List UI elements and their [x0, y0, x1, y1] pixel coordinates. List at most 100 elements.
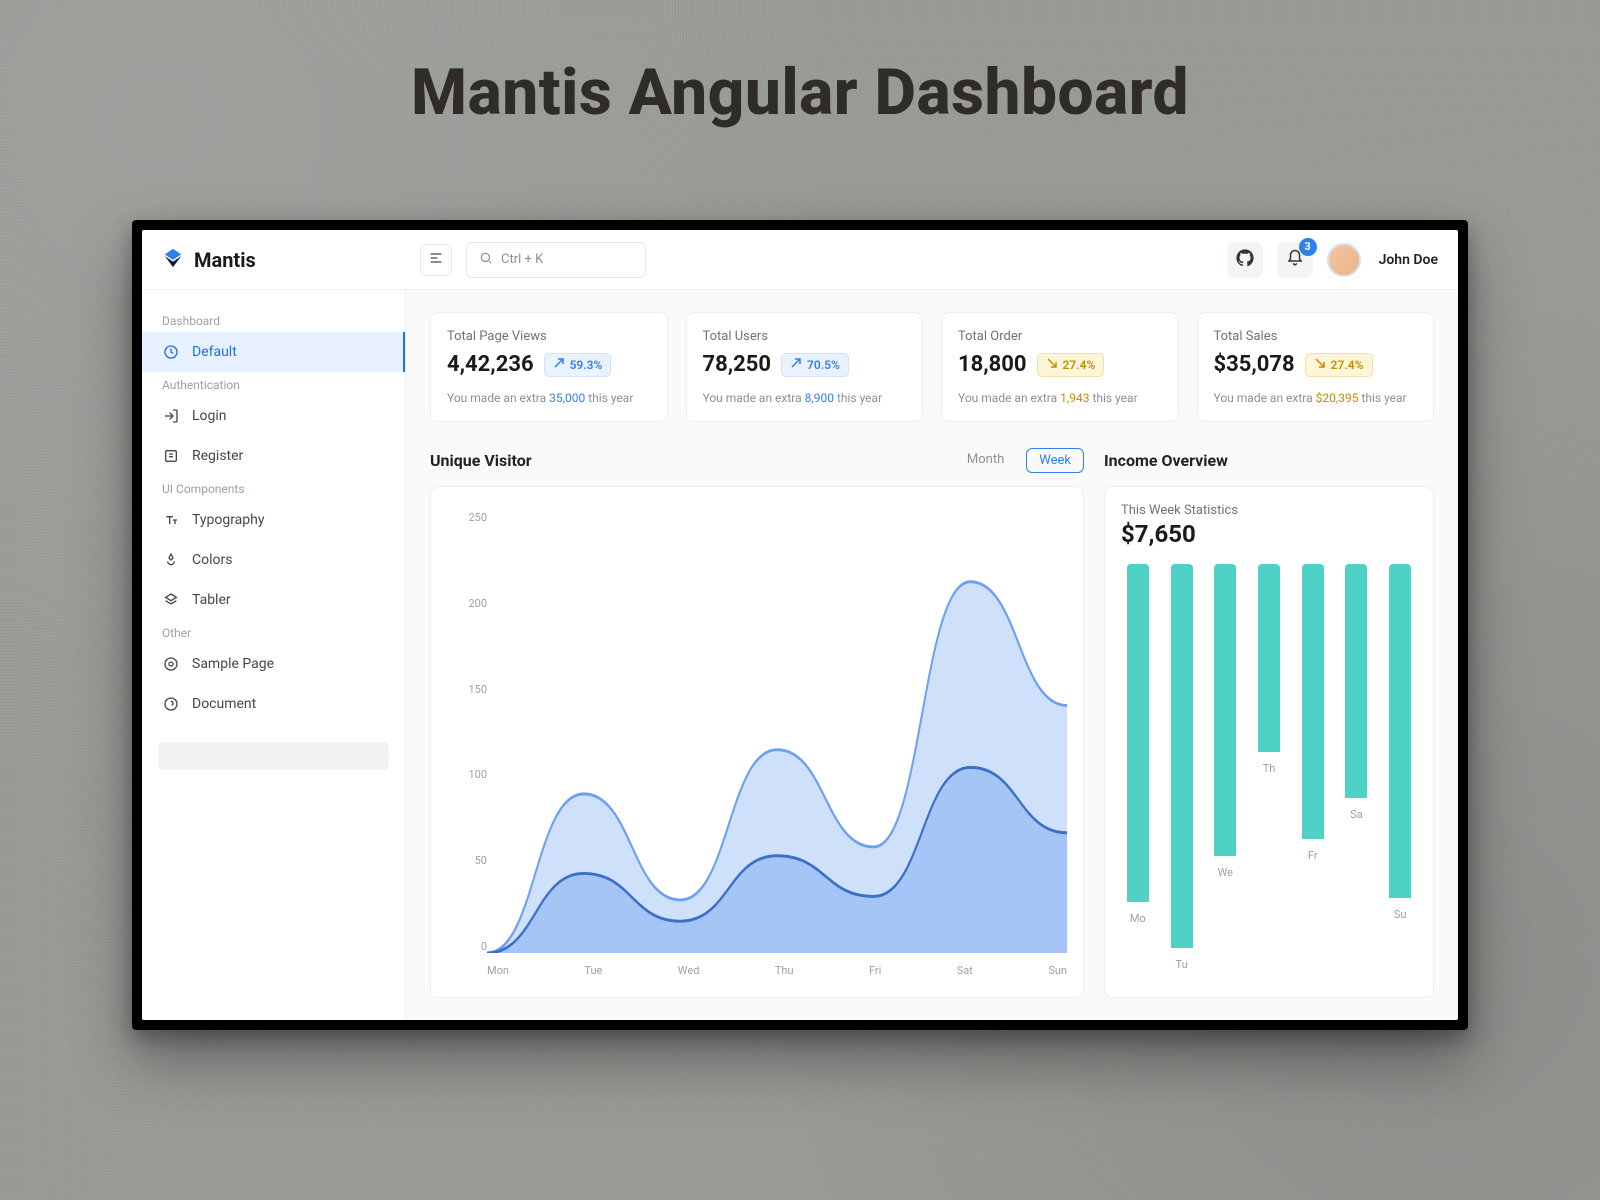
sidebar-section-auth: Authentication [142, 372, 405, 396]
sidebar: Dashboard Default Authentication Login R… [142, 290, 406, 1020]
sidebar-item-sample-page[interactable]: Sample Page [142, 644, 405, 684]
sidebar-section-other: Other [142, 620, 405, 644]
stat-card-3: Total Sales$35,07827.4%You made an extra… [1197, 312, 1435, 422]
bar-label: Mo [1130, 912, 1146, 925]
sidebar-item-label: Document [192, 696, 256, 712]
avatar[interactable] [1327, 243, 1361, 277]
monitor-frame: Mantis Ctrl + K [132, 220, 1468, 1030]
income-overview-card: This Week Statistics $7,650 Mo Tu We Th Fr Sa… [1104, 486, 1434, 998]
colors-icon [162, 552, 180, 568]
income-value: $7,650 [1121, 520, 1417, 548]
brand-logo-icon [162, 247, 184, 273]
sidebar-item-login[interactable]: Login [142, 396, 405, 436]
bar-label: Su [1394, 908, 1407, 921]
bar-col: Fr [1298, 564, 1328, 981]
sidebar-item-label: Login [192, 408, 227, 424]
login-icon [162, 408, 180, 424]
bar-label: Th [1263, 762, 1276, 775]
stat-delta: 70.5% [807, 358, 840, 372]
stat-delta: 27.4% [1331, 358, 1364, 372]
search-icon [479, 251, 493, 269]
bar-label: Tu [1176, 958, 1188, 971]
sidebar-placeholder [158, 742, 389, 770]
bar [1345, 564, 1367, 798]
income-overview-title: Income Overview [1104, 451, 1228, 470]
sidebar-item-register[interactable]: Register [142, 436, 405, 476]
income-subtitle: This Week Statistics [1121, 503, 1417, 518]
visitor-range-segment: Month Week [955, 448, 1084, 473]
stat-delta-chip: 59.3% [544, 353, 612, 377]
bar [1389, 564, 1411, 898]
trend-down-icon [1314, 357, 1326, 372]
topbar: Mantis Ctrl + K [142, 230, 1458, 290]
promo-title: Mantis Angular Dashboard [0, 0, 1600, 130]
bar-label: Fr [1308, 849, 1318, 862]
trend-down-icon [1046, 357, 1058, 372]
area-chart [487, 511, 1067, 953]
stat-card-1: Total Users78,25070.5%You made an extra … [686, 312, 924, 422]
search-input[interactable]: Ctrl + K [466, 242, 646, 278]
sidebar-item-label: Colors [192, 552, 232, 568]
unique-visitor-panel: Unique Visitor Month Week 25020015010050… [430, 444, 1084, 998]
menu-collapse-icon [428, 250, 444, 270]
sidebar-item-label: Default [192, 344, 237, 360]
github-icon [1236, 249, 1254, 271]
bar-col: Th [1254, 564, 1284, 981]
bar-col: Sa [1342, 564, 1372, 981]
bar [1214, 564, 1236, 856]
stat-card-0: Total Page Views4,42,23659.3%You made an… [430, 312, 668, 422]
notification-count-badge: 3 [1299, 238, 1317, 256]
stat-title: Total Sales [1214, 329, 1418, 344]
stat-value: 78,250 [703, 352, 772, 377]
notifications-button[interactable]: 3 [1277, 242, 1313, 278]
sidebar-item-label: Register [192, 448, 243, 464]
sample-page-icon [162, 656, 180, 672]
chart-y-ticks: 250200150100500 [447, 511, 487, 953]
unique-visitor-title: Unique Visitor [430, 451, 532, 470]
sidebar-item-label: Sample Page [192, 656, 274, 672]
segment-month-button[interactable]: Month [955, 448, 1016, 473]
income-overview-panel: Income Overview This Week Statistics $7,… [1104, 444, 1434, 998]
sidebar-toggle-button[interactable] [420, 244, 452, 276]
stat-value: $35,078 [1214, 352, 1295, 377]
search-placeholder: Ctrl + K [501, 252, 543, 267]
stat-delta: 59.3% [570, 358, 603, 372]
sidebar-item-default[interactable]: Default [142, 332, 405, 372]
github-button[interactable] [1227, 242, 1263, 278]
sidebar-item-tabler[interactable]: Tabler [142, 580, 405, 620]
user-name[interactable]: John Doe [1379, 252, 1438, 268]
stat-delta-chip: 27.4% [1037, 353, 1105, 377]
stat-title: Total Order [958, 329, 1162, 344]
unique-visitor-chart-card: 250200150100500 MonTueWedThuFriSatSun [430, 486, 1084, 998]
sidebar-item-document[interactable]: Document [142, 684, 405, 724]
sidebar-item-label: Typography [192, 512, 264, 528]
trend-up-icon [790, 357, 802, 372]
brand[interactable]: Mantis [162, 247, 406, 273]
trend-up-icon [553, 357, 565, 372]
tabler-icon [162, 592, 180, 608]
segment-week-button[interactable]: Week [1026, 448, 1084, 473]
sidebar-item-typography[interactable]: Typography [142, 500, 405, 540]
sidebar-item-label: Tabler [192, 592, 231, 608]
dashboard-icon [162, 344, 180, 360]
bar [1302, 564, 1324, 839]
register-icon [162, 448, 180, 464]
app-screen: Mantis Ctrl + K [142, 230, 1458, 1020]
stat-subtext: You made an extra 35,000 this year [447, 389, 651, 407]
sidebar-section-ui: UI Components [142, 476, 405, 500]
stat-cards: Total Page Views4,42,23659.3%You made an… [430, 312, 1434, 422]
bar-label: Sa [1350, 808, 1363, 821]
stat-subtext: You made an extra 1,943 this year [958, 389, 1162, 407]
bar [1171, 564, 1193, 948]
stat-title: Total Page Views [447, 329, 651, 344]
income-bar-chart: Mo Tu We Th Fr Sa Su [1121, 556, 1417, 981]
bar-col: Su [1385, 564, 1415, 981]
bar-label: We [1218, 866, 1233, 879]
document-icon [162, 696, 180, 712]
stat-delta: 27.4% [1063, 358, 1096, 372]
sidebar-section-dashboard: Dashboard [142, 308, 405, 332]
stat-subtext: You made an extra 8,900 this year [703, 389, 907, 407]
sidebar-item-colors[interactable]: Colors [142, 540, 405, 580]
typography-icon [162, 512, 180, 528]
bar-col: We [1210, 564, 1240, 981]
